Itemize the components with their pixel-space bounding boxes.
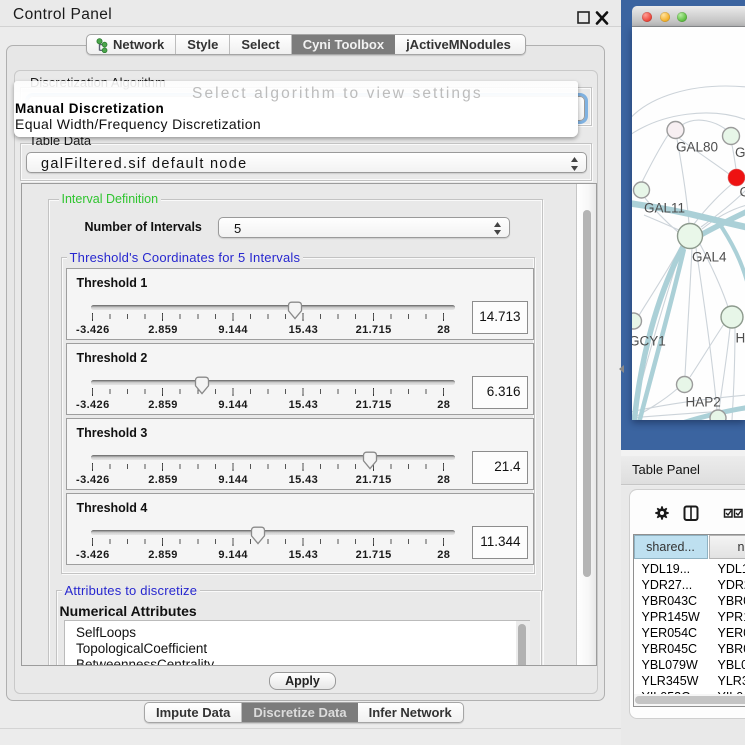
svg-text:HAP2: HAP2	[686, 395, 721, 410]
svg-text:H: H	[736, 331, 745, 346]
svg-text:GAL11: GAL11	[644, 201, 685, 216]
svg-text:GAL4: GAL4	[692, 250, 727, 265]
svg-text:GCY1: GCY1	[632, 334, 666, 349]
svg-text:GA: GA	[735, 145, 745, 160]
svg-text:C: C	[740, 185, 745, 200]
svg-text:GAL80: GAL80	[676, 140, 718, 155]
